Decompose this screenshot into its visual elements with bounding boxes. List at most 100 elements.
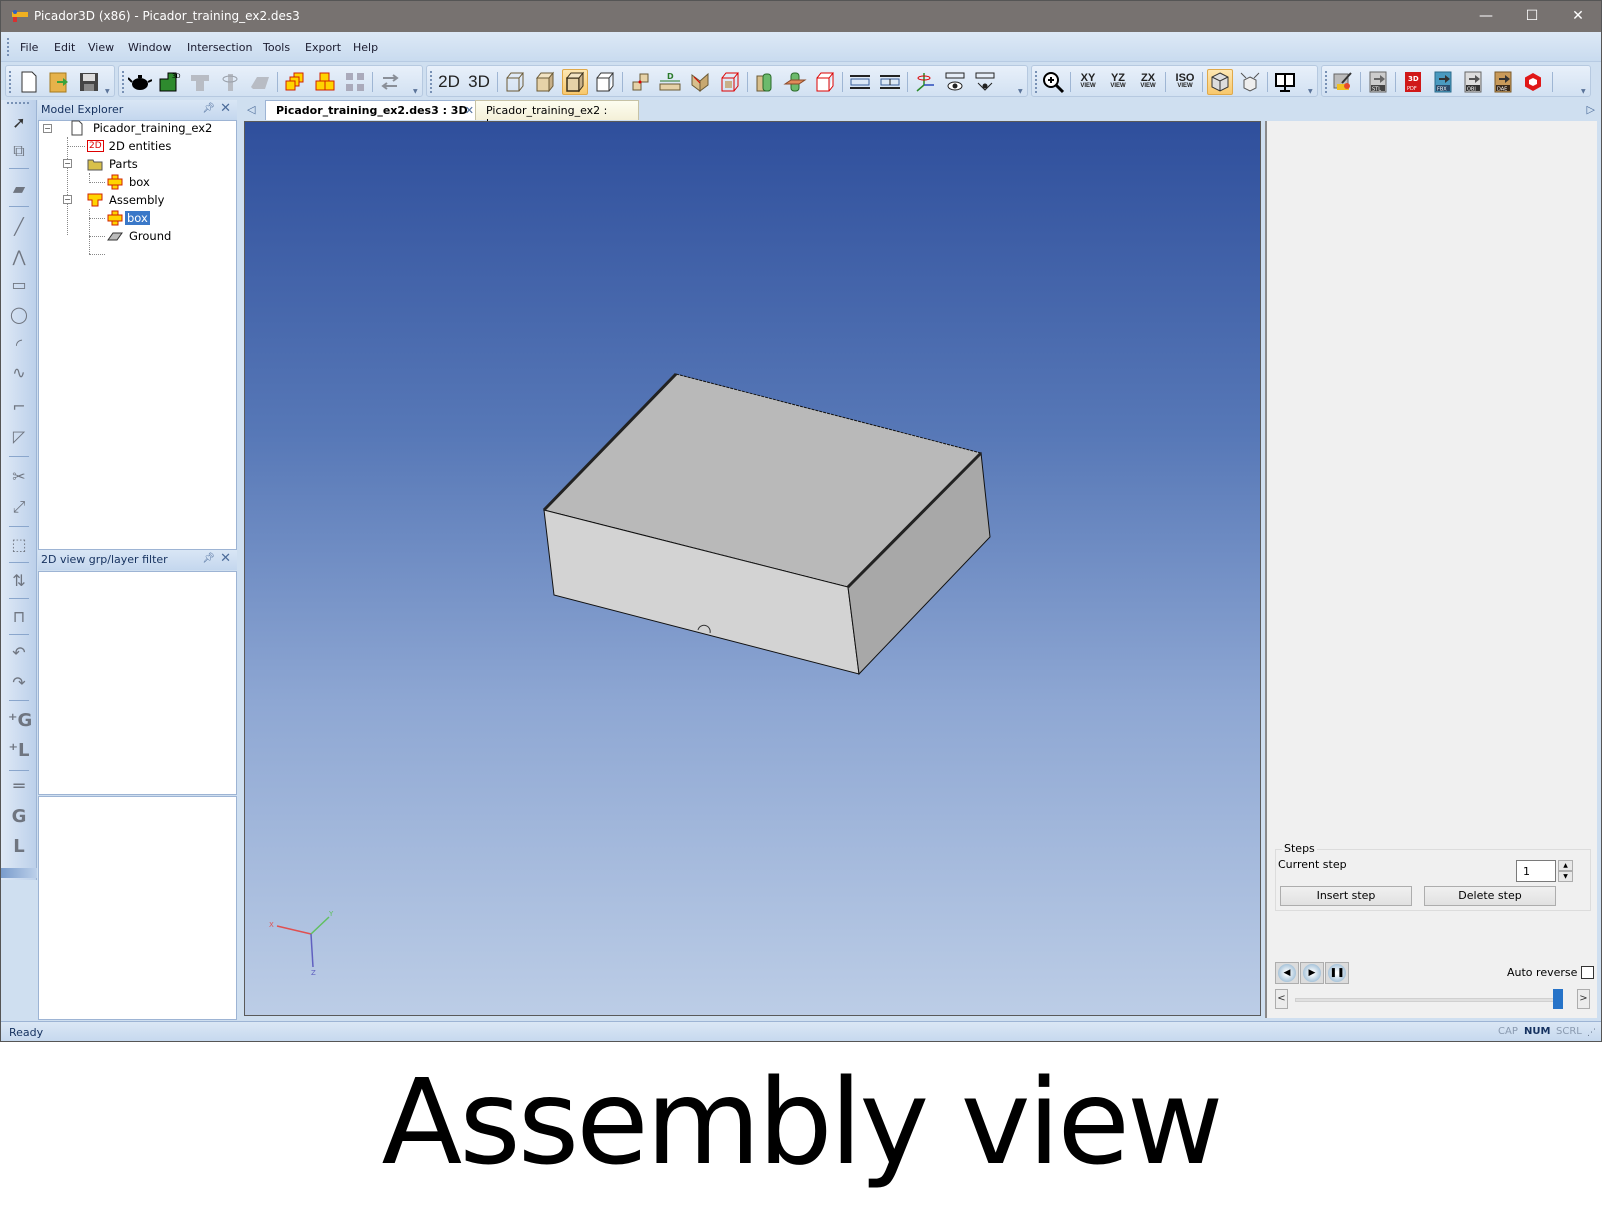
new-document-button[interactable] (16, 69, 42, 95)
bounding-box-button[interactable] (717, 69, 743, 95)
spin-down-icon[interactable]: ▼ (1558, 871, 1573, 882)
zoom-button[interactable] (1040, 69, 1066, 95)
pattern-button[interactable] (342, 69, 368, 95)
minimize-button[interactable]: — (1463, 1, 1509, 32)
measure-icon[interactable]: ⊓ (8, 606, 30, 628)
toolbar-grip[interactable] (1325, 71, 1327, 93)
tab-close-icon[interactable]: ✕ (465, 104, 474, 117)
toolbar-overflow[interactable]: ▼ (1018, 88, 1025, 95)
tree-item-parts[interactable]: Parts (87, 155, 140, 173)
layer-icon[interactable]: L (8, 836, 30, 858)
pin-icon[interactable]: 📌︎ (202, 103, 215, 114)
export-dae-button[interactable]: DAE (1490, 69, 1516, 95)
tab-3d[interactable]: Picador_training_ex2.des3 : 3D ✕ (265, 100, 479, 120)
menu-tools[interactable]: Tools (263, 41, 290, 54)
step-slider-thumb[interactable] (1553, 989, 1563, 1009)
toolbar-overflow[interactable]: ▼ (413, 88, 420, 95)
mode-3d-button[interactable]: 3D (465, 69, 493, 95)
polyline-icon[interactable]: ⋀ (8, 246, 30, 268)
export-stl-button[interactable]: STL (1365, 69, 1391, 95)
solid-button[interactable] (247, 69, 273, 95)
current-step-input[interactable]: 1 (1516, 860, 1556, 882)
yz-view-button[interactable]: YZ VIEW (1105, 69, 1131, 95)
swap-button[interactable] (377, 69, 403, 95)
split-screen-button[interactable] (1272, 69, 1298, 95)
align-center-button[interactable] (877, 69, 903, 95)
layer-filter-detail[interactable] (38, 796, 237, 1020)
tree-expander[interactable]: − (63, 195, 72, 204)
tree-item-ground[interactable]: Ground (107, 227, 173, 245)
render-logo-button[interactable] (1520, 69, 1546, 95)
select-window-icon[interactable]: ⧉ (8, 140, 30, 162)
iso-view-button[interactable]: ISO VIEW (1172, 69, 1198, 95)
strip-grip[interactable] (7, 102, 29, 104)
toolbar-grip[interactable] (430, 71, 432, 93)
circle-icon[interactable]: ◯ (8, 304, 30, 326)
show-hidden-button[interactable] (942, 69, 968, 95)
save-button[interactable] (76, 69, 102, 95)
play-forward-button[interactable]: ▶ (1300, 962, 1324, 984)
slider-prev-button[interactable]: < (1275, 989, 1288, 1009)
toolbar-grip[interactable] (9, 71, 11, 93)
zx-view-button[interactable]: ZX VIEW (1135, 69, 1161, 95)
sketch-button[interactable] (1330, 69, 1356, 95)
step-slider-track[interactable] (1295, 998, 1563, 1002)
hidden-line-button[interactable] (592, 69, 618, 95)
xy-view-button[interactable]: XY VIEW (1075, 69, 1101, 95)
menu-view[interactable]: View (88, 41, 114, 54)
pin-icon[interactable]: 📌︎ (202, 553, 215, 564)
delete-step-button[interactable]: Delete step (1424, 886, 1556, 906)
toolbar-grip[interactable] (122, 71, 124, 93)
transparent-box-button[interactable] (812, 69, 838, 95)
box-model[interactable] (542, 372, 991, 676)
redo-icon[interactable]: ↷ (8, 672, 30, 694)
stack-parts-button[interactable] (282, 69, 308, 95)
toolbar-overflow[interactable]: ▼ (105, 88, 112, 95)
maximize-button[interactable]: ☐ (1509, 1, 1555, 32)
close-panel-icon[interactable]: ✕ (220, 551, 231, 566)
arc-icon[interactable]: ◜ (8, 334, 30, 356)
export-obj-button[interactable]: OBJ (1460, 69, 1486, 95)
slider-next-button[interactable]: > (1577, 989, 1590, 1009)
tree-item-2d-entities[interactable]: 2D 2D entities (87, 137, 173, 155)
strip-overflow[interactable] (1, 868, 37, 878)
toolbar-overflow[interactable]: ▼ (1308, 88, 1315, 95)
teapot-render-button[interactable] (127, 69, 153, 95)
tree-item-assembly[interactable]: Assembly (87, 191, 166, 209)
undo-icon[interactable]: ↶ (8, 642, 30, 664)
menu-window[interactable]: Window (128, 41, 171, 54)
line-icon[interactable]: ╱ (8, 216, 30, 238)
revolve-button[interactable] (217, 69, 243, 95)
select-arrow-icon[interactable]: ➚ (8, 112, 30, 134)
pause-button[interactable]: ❚❚ (1325, 962, 1349, 984)
tab-scroll-right-icon[interactable]: ▷ (1587, 103, 1595, 116)
rectangle-icon[interactable]: ▭ (8, 274, 30, 296)
section-plane-button[interactable] (782, 69, 808, 95)
perspective-button[interactable] (1207, 69, 1233, 95)
tab-scroll-left-icon[interactable]: ◁ (247, 103, 255, 116)
open-file-button[interactable] (46, 69, 72, 95)
equal-icon[interactable]: ═ (8, 776, 30, 798)
menu-export[interactable]: Export (305, 41, 341, 54)
eraser-icon[interactable]: ▰ (8, 178, 30, 200)
spline-icon[interactable]: ∿ (8, 362, 30, 384)
tree-item-assembly-box[interactable]: box (107, 209, 150, 227)
export-fbx-button[interactable]: FBX (1430, 69, 1456, 95)
export-3dpdf-button[interactable]: 3D PDF (1400, 69, 1426, 95)
layer-filter-list[interactable] (38, 571, 237, 795)
connect-parts-button[interactable] (627, 69, 653, 95)
trim-scissors-icon[interactable]: ✂ (8, 466, 30, 488)
tree-expander[interactable]: − (63, 159, 72, 168)
axis-rotate-button[interactable] (912, 69, 938, 95)
3d-model-button[interactable]: 3D (157, 69, 183, 95)
auto-reverse-checkbox[interactable] (1581, 966, 1594, 979)
menu-file[interactable]: File (20, 41, 38, 54)
resize-grip-icon[interactable]: ⋰ (1587, 1028, 1596, 1038)
tree-item-root[interactable]: Picador_training_ex2 (69, 119, 214, 137)
group-icon[interactable]: G (8, 806, 30, 828)
extrude-button[interactable] (187, 69, 213, 95)
shaded-edges-button[interactable] (562, 69, 588, 95)
select-box-icon[interactable]: ⬚ (8, 534, 30, 556)
explode-view-button[interactable] (1237, 69, 1263, 95)
extend-icon[interactable]: ⤢ (8, 496, 30, 518)
